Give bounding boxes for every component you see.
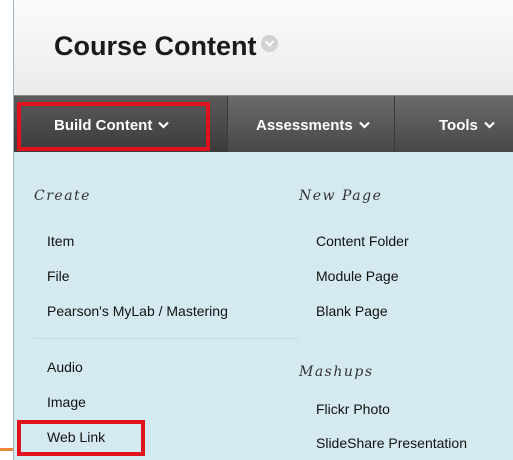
chevron-down-icon — [158, 96, 170, 153]
content-toolbar: Build Content Assessments Tools — [14, 95, 513, 153]
tools-button[interactable]: Tools — [394, 96, 513, 153]
page-title-row: Course Content — [54, 31, 278, 62]
chevron-down-icon — [358, 96, 370, 153]
menu-item-file[interactable]: File — [47, 268, 70, 284]
menu-item-content-folder[interactable]: Content Folder — [316, 233, 409, 249]
build-content-label: Build Content — [54, 117, 153, 134]
assessments-label: Assessments — [256, 117, 353, 134]
new-page-heading: New Page — [299, 188, 383, 204]
chevron-down-icon — [484, 96, 495, 153]
create-heading: Create — [34, 188, 91, 204]
tools-label: Tools — [439, 117, 478, 134]
chevron-down-circle-icon[interactable] — [260, 35, 278, 52]
build-content-button[interactable]: Build Content — [14, 96, 227, 153]
menu-item-blank-page[interactable]: Blank Page — [316, 303, 388, 319]
menu-divider — [34, 338, 299, 339]
assessments-button[interactable]: Assessments — [227, 96, 394, 153]
orange-accent-line — [0, 448, 14, 451]
menu-item-web-link[interactable]: Web Link — [47, 429, 105, 445]
menu-item-flickr-photo[interactable]: Flickr Photo — [316, 401, 390, 417]
menu-item-module-page[interactable]: Module Page — [316, 268, 399, 284]
page-header: Course Content — [14, 0, 513, 95]
course-content-panel: Course Content Build Content Assessments… — [13, 0, 513, 460]
menu-item-image[interactable]: Image — [47, 394, 86, 410]
menu-item-audio[interactable]: Audio — [47, 359, 83, 375]
mashups-heading: Mashups — [299, 364, 374, 380]
menu-item-slideshare[interactable]: SlideShare Presentation — [316, 435, 467, 451]
page-title: Course Content — [54, 31, 257, 61]
menu-item-item[interactable]: Item — [47, 233, 74, 249]
menu-item-pearsons-mylab[interactable]: Pearson's MyLab / Mastering — [47, 303, 228, 319]
